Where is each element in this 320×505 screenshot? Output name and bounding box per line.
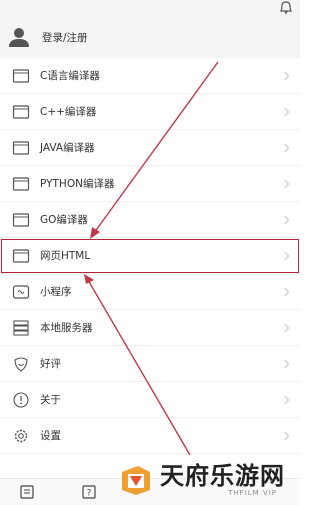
menu-item-python-compiler[interactable]: PYTHON编译器 [0, 166, 300, 202]
menu-item-label: GO编译器 [40, 214, 88, 226]
bell-icon[interactable] [278, 0, 294, 14]
chevron-right-icon [280, 287, 290, 296]
chevron-right-icon [280, 215, 290, 224]
chevron-right-icon [280, 71, 290, 80]
info-icon [13, 391, 29, 408]
user-avatar-icon [9, 28, 29, 47]
chevron-right-icon [280, 251, 290, 260]
python-compiler-icon [12, 176, 30, 191]
login-register-label: 登录/注册 [42, 31, 88, 44]
chevron-right-icon [280, 431, 290, 440]
chevron-right-icon [280, 179, 290, 188]
menu-item-mini-program[interactable]: 小程序 [0, 274, 300, 310]
watermark-logo-icon [122, 466, 150, 495]
menu-item-html[interactable]: 网页HTML [0, 238, 300, 274]
chevron-right-icon [280, 107, 290, 116]
menu-item-label: JAVA编译器 [40, 142, 95, 154]
login-row[interactable]: 登录/注册 [8, 22, 88, 52]
chevron-right-icon [280, 395, 290, 404]
menu-item-label: 好评 [40, 358, 61, 370]
gear-icon [14, 429, 28, 442]
java-compiler-icon [12, 140, 30, 155]
menu-item-label: C++编译器 [40, 106, 97, 118]
menu-item-local-server[interactable]: 本地服务器 [0, 310, 300, 346]
menu-item-label: 设置 [40, 430, 61, 442]
cpp-compiler-icon [12, 104, 30, 119]
help-icon[interactable]: ? [82, 485, 96, 499]
home-icon[interactable] [20, 485, 34, 499]
menu-item-settings[interactable]: 设置 [0, 418, 300, 454]
server-icon [13, 319, 29, 336]
watermark: 天府乐游网 THFILM VIP [118, 456, 300, 504]
c-compiler-icon [12, 68, 30, 83]
chevron-right-icon [280, 143, 290, 152]
svg-text:?: ? [87, 489, 92, 499]
html-icon [12, 248, 30, 263]
go-compiler-icon [12, 212, 30, 227]
menu-item-rate[interactable]: 好评 [0, 346, 300, 382]
menu-item-cpp-compiler[interactable]: C++编译器 [0, 94, 300, 130]
menu-item-label: 小程序 [40, 286, 72, 298]
menu-item-label: C语言编译器 [40, 70, 100, 82]
chevron-right-icon [280, 323, 290, 332]
menu-item-label: 关于 [40, 394, 61, 406]
menu-item-label: 网页HTML [40, 250, 91, 262]
chevron-right-icon [280, 359, 290, 368]
mini-program-icon [12, 284, 30, 299]
watermark-brand: 天府乐游网 [160, 462, 285, 490]
menu-item-about[interactable]: 关于 [0, 382, 300, 418]
rate-icon [14, 356, 28, 372]
menu-item-label: 本地服务器 [40, 322, 93, 334]
watermark-sub: THFILM VIP [228, 489, 277, 497]
menu-item-c-compiler[interactable]: C语言编译器 [0, 58, 300, 94]
header: 登录/注册 [0, 0, 300, 58]
menu-item-go-compiler[interactable]: GO编译器 [0, 202, 300, 238]
menu-item-label: PYTHON编译器 [40, 178, 115, 190]
menu-item-java-compiler[interactable]: JAVA编译器 [0, 130, 300, 166]
